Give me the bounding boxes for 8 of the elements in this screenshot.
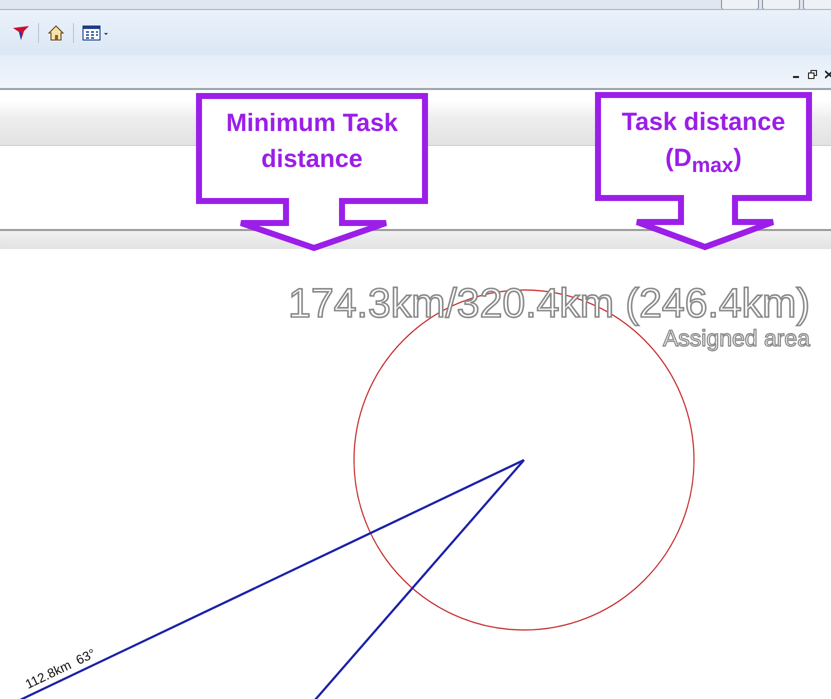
callout-label: Minimum Task distance [225, 108, 399, 175]
home-icon[interactable] [47, 24, 65, 42]
glider-icon[interactable] [12, 24, 30, 42]
close-icon[interactable] [825, 70, 831, 79]
restore-icon[interactable] [808, 70, 817, 79]
zone-label: Assigned area [662, 325, 810, 351]
callout-label: Task distance (D$_{max}$) [620, 107, 786, 179]
table-icon[interactable] [82, 24, 110, 42]
